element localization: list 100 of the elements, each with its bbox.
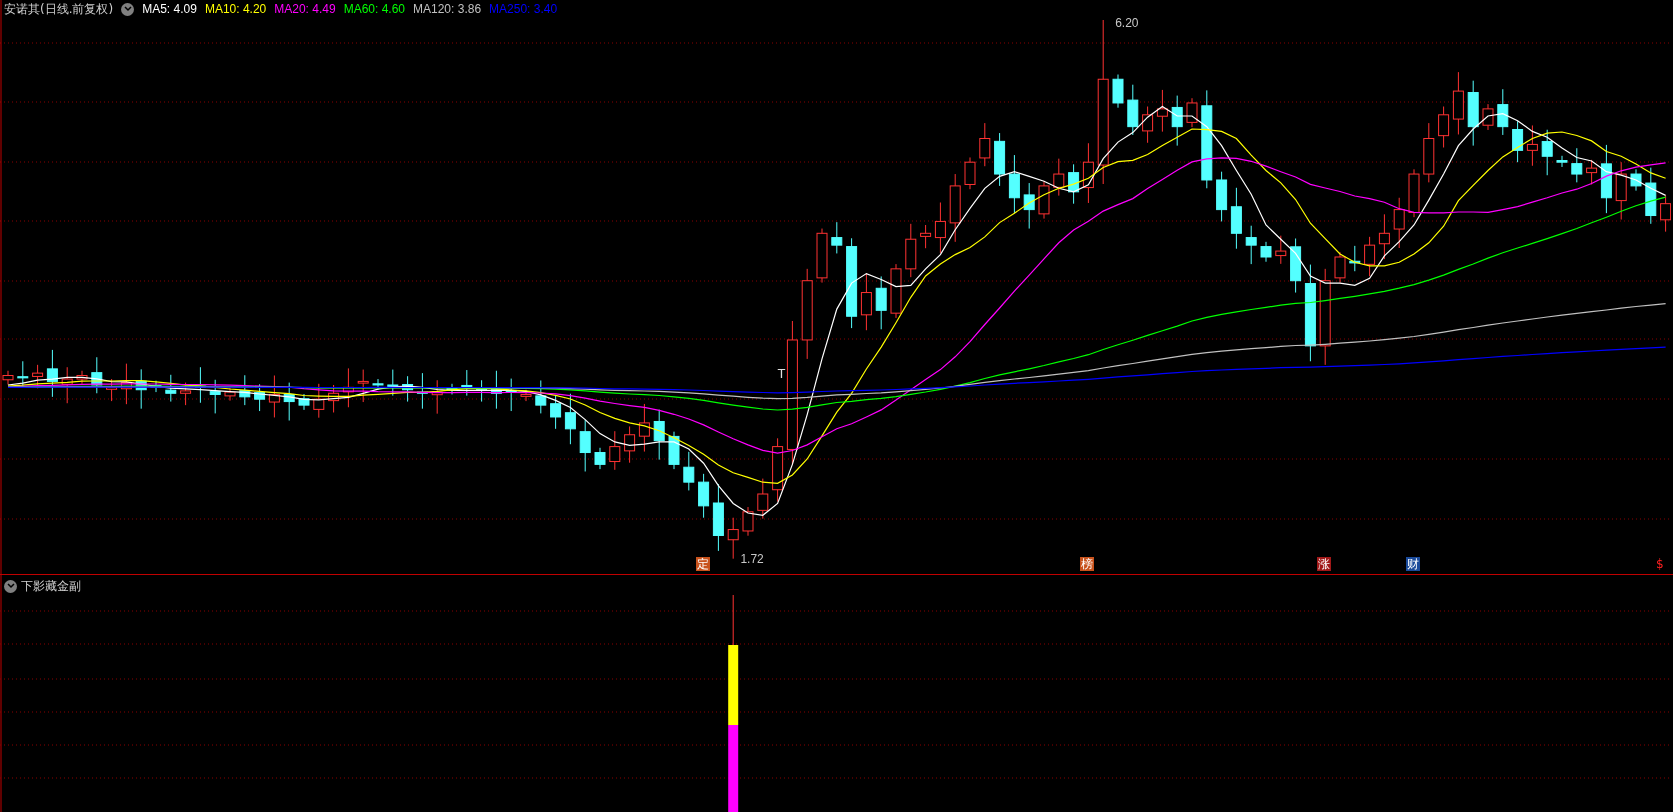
candlestick <box>328 384 340 413</box>
candlestick <box>1230 187 1242 250</box>
candlestick <box>76 370 88 385</box>
dropdown-icon[interactable] <box>121 2 135 16</box>
candlestick <box>964 156 976 190</box>
candlestick <box>979 122 991 167</box>
candlestick <box>1112 74 1124 109</box>
candlestick <box>727 517 739 560</box>
candlestick <box>1186 97 1198 128</box>
candlestick <box>653 409 665 461</box>
low-price-label: 1.72 <box>740 551 764 566</box>
signal-text: T <box>777 366 786 381</box>
candlestick <box>1275 235 1287 265</box>
candlestick <box>1408 168 1420 218</box>
event-marker[interactable]: 榜 <box>1080 557 1095 571</box>
candlestick <box>890 263 902 319</box>
candlestick <box>1615 161 1627 221</box>
candlestick <box>1023 182 1035 230</box>
moving-average-value: MA60: 4.60 <box>343 1 405 18</box>
candlestick <box>476 379 488 403</box>
candlestick <box>239 374 251 406</box>
candlestick <box>1452 71 1464 135</box>
candlestick <box>1142 106 1154 144</box>
candlestick <box>1245 225 1257 265</box>
candlestick <box>461 369 473 397</box>
candlestick <box>1497 88 1509 136</box>
candlestick <box>624 425 636 464</box>
candlestick <box>1378 213 1390 260</box>
candlestick <box>594 447 606 470</box>
candlestick <box>431 379 443 415</box>
candlestick <box>1053 158 1065 197</box>
candlestick <box>934 202 946 254</box>
candlestick <box>949 173 961 243</box>
candlestick <box>1438 106 1450 148</box>
candlestick <box>91 356 103 394</box>
candlestick <box>1571 147 1583 183</box>
candlestick <box>1127 84 1139 136</box>
candlestick <box>1482 103 1494 131</box>
candlestick <box>268 375 280 418</box>
candlestick <box>402 375 414 403</box>
candlestick <box>1216 171 1228 222</box>
candlestick <box>1526 124 1538 167</box>
candlestick <box>342 367 354 408</box>
candlestick <box>372 378 384 391</box>
candlestick <box>1586 159 1598 185</box>
candlestick <box>165 374 177 403</box>
candlestick <box>180 382 192 406</box>
candlestick <box>1008 154 1020 214</box>
candlestick <box>816 228 828 284</box>
candlestick <box>209 379 221 414</box>
candlestick <box>387 369 399 397</box>
candlestick <box>1645 167 1657 225</box>
moving-average-value: MA20: 4.49 <box>274 1 336 18</box>
candlestick <box>313 383 325 419</box>
event-marker[interactable]: 财 <box>1406 557 1420 571</box>
event-marker[interactable]: 定 <box>695 557 710 571</box>
event-marker[interactable]: $ <box>1655 557 1665 571</box>
candlestick <box>638 403 650 453</box>
candlestick <box>831 221 843 254</box>
candlestick <box>920 224 932 249</box>
high-price-label: 6.20 <box>1115 16 1139 30</box>
candlestick <box>1541 129 1553 176</box>
candlestick <box>254 383 266 412</box>
candlestick <box>994 132 1006 187</box>
candlestick <box>609 430 621 471</box>
candlestick <box>1082 142 1094 204</box>
candlestick <box>668 431 680 470</box>
candlestick <box>357 369 369 403</box>
candlestick <box>905 223 917 278</box>
candlestick <box>106 378 118 402</box>
candlestick <box>550 394 562 430</box>
candlestick <box>1290 238 1302 294</box>
candlestick <box>1171 95 1183 147</box>
candlestick <box>535 380 547 414</box>
candlestick <box>46 349 58 398</box>
candlestick <box>490 370 502 410</box>
moving-average-value: MA250: 3.40 <box>489 1 558 18</box>
candlestick <box>1364 236 1376 277</box>
candlestick <box>61 366 73 404</box>
candlestick <box>17 360 29 387</box>
candlestick <box>712 483 724 552</box>
candlestick <box>698 473 710 519</box>
candlestick <box>283 382 295 422</box>
candlestick <box>1349 245 1361 272</box>
candlestick <box>875 275 887 330</box>
candlestick <box>1393 197 1405 249</box>
candlestick <box>1556 155 1568 168</box>
candlestick <box>1038 180 1050 220</box>
indicator-title: 下影藏金副 <box>21 578 81 595</box>
candlestick <box>1630 168 1642 192</box>
candlestick <box>579 419 591 472</box>
candlestick <box>1156 89 1168 133</box>
dropdown-icon[interactable] <box>4 579 17 593</box>
candlestick <box>1600 144 1612 214</box>
candlestick <box>683 451 695 491</box>
event-marker[interactable]: 涨 <box>1317 557 1332 571</box>
moving-average-value: MA120: 3.86 <box>413 1 482 18</box>
candlestick <box>1423 122 1435 183</box>
candlestick <box>416 372 428 410</box>
candlestick <box>1334 251 1346 284</box>
